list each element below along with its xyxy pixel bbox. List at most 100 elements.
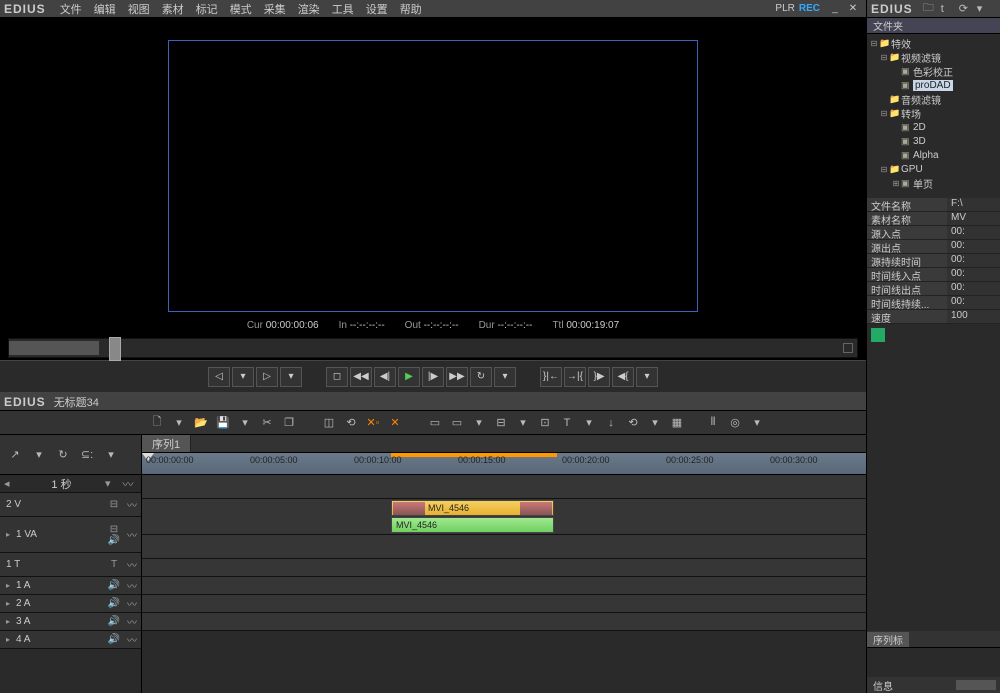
search-icon[interactable]: t <box>941 3 955 15</box>
track-va1[interactable]: MVI_4546 MVI_4546 <box>142 499 866 535</box>
tab-info[interactable]: 信息 <box>867 678 899 693</box>
mark-out-button[interactable]: ◀{ <box>612 367 634 387</box>
delete-icon[interactable]: ✕ <box>386 414 404 432</box>
lock-icon[interactable]: 〰 <box>123 527 141 542</box>
rec-label[interactable]: REC <box>799 3 820 14</box>
scrubber-handle[interactable] <box>109 337 121 361</box>
tool-icon[interactable]: ▾ <box>30 447 48 463</box>
magnet-icon[interactable]: ⊆: <box>78 447 96 463</box>
menu-settings[interactable]: 设置 <box>366 1 388 17</box>
title-icon[interactable]: T <box>558 414 576 432</box>
dropdown-icon[interactable]: ▾ <box>170 414 188 432</box>
save-icon[interactable]: 💾 <box>214 414 232 432</box>
tree-item-audio-filter[interactable]: 📁音频滤镜 <box>867 92 1000 106</box>
lock-icon[interactable]: 〰 <box>123 596 141 611</box>
video-mute-icon[interactable]: ⊟ <box>105 499 123 510</box>
audio-clip[interactable]: MVI_4546 <box>391 517 554 533</box>
fast-fwd-button[interactable]: ▶▶ <box>446 367 468 387</box>
snap-icon[interactable]: ↻ <box>54 447 72 463</box>
scrubber-marker[interactable] <box>843 343 853 353</box>
menu-capture[interactable]: 采集 <box>264 1 286 17</box>
dropdown-4[interactable]: ▾ <box>636 367 658 387</box>
tree-item-color-correction[interactable]: ▣色彩校正 <box>867 64 1000 78</box>
new-icon[interactable]: 🗋 <box>148 414 166 432</box>
copy-icon[interactable]: ❐ <box>280 414 298 432</box>
dropdown-icon[interactable]: ▾ <box>470 414 488 432</box>
ripple-delete-icon[interactable]: ✕◦ <box>364 414 382 432</box>
track-header-v2[interactable]: 2 V ⊟ 〰 <box>0 493 141 517</box>
track-header-va1[interactable]: ▸1 VA ⊟🔊 〰 <box>0 517 141 553</box>
lock-icon[interactable]: 〰 <box>123 497 141 512</box>
ungroup-icon[interactable]: ▭ <box>448 414 466 432</box>
menu-view[interactable]: 视图 <box>128 1 150 17</box>
video-preview[interactable] <box>168 40 698 312</box>
timeline-ruler[interactable]: 00:00:00:00 00:00:05:00 00:00:10:00 00:0… <box>142 453 866 475</box>
layout-icon[interactable]: ⟳ <box>959 2 973 15</box>
rewind-button[interactable]: ◀◀ <box>350 367 372 387</box>
scrollbar-chunk[interactable] <box>956 680 996 690</box>
replace-icon[interactable]: ⟲ <box>342 414 360 432</box>
speaker-icon[interactable]: 🔊 <box>105 580 123 591</box>
track-header-a1[interactable]: ▸1 A 🔊 〰 <box>0 577 141 595</box>
tool-icon[interactable]: ↗ <box>6 447 24 463</box>
effects-tab[interactable]: 文件夹 <box>867 18 1000 34</box>
play-button[interactable]: ▶ <box>398 367 420 387</box>
dropdown-icon[interactable]: ▾ <box>514 414 532 432</box>
sequence-tab[interactable]: 序列1 <box>142 435 191 452</box>
minimize-button[interactable]: _ <box>828 2 842 16</box>
group-icon[interactable]: ▭ <box>426 414 444 432</box>
open-icon[interactable]: 📂 <box>192 414 210 432</box>
track-header-a2[interactable]: ▸2 A 🔊 〰 <box>0 595 141 613</box>
menu-tools[interactable]: 工具 <box>332 1 354 17</box>
menu-mode[interactable]: 模式 <box>230 1 252 17</box>
mixer-icon[interactable]: ⦀ <box>704 414 722 432</box>
loop-button[interactable]: ↻ <box>470 367 492 387</box>
menu-clip[interactable]: 素材 <box>162 1 184 17</box>
video-clip[interactable]: MVI_4546 <box>391 500 554 516</box>
menu-marker[interactable]: 标记 <box>196 1 218 17</box>
dropdown-icon[interactable]: ▾ <box>236 414 254 432</box>
zoom-icon[interactable]: 〰 <box>119 476 137 492</box>
prev-edit-button[interactable]: }|← <box>540 367 562 387</box>
time-scale[interactable]: 1 秒 <box>18 476 105 492</box>
dropdown-3[interactable]: ▾ <box>494 367 516 387</box>
render-icon[interactable]: ⟲ <box>624 414 642 432</box>
tree-item-video-filter[interactable]: ⊟📁视频滤镜 <box>867 50 1000 64</box>
step-back-button[interactable]: ◀| <box>374 367 396 387</box>
tree-item-2d[interactable]: ▣2D <box>867 120 1000 134</box>
track-t1[interactable] <box>142 535 866 559</box>
track-v2[interactable] <box>142 475 866 499</box>
tree-item-gpu[interactable]: ⊟📁GPU <box>867 162 1000 176</box>
video-mute-icon[interactable]: ⊟ <box>110 524 118 535</box>
lock-icon[interactable]: 〰 <box>123 614 141 629</box>
tree-item-single-page[interactable]: ⊞▣单页 <box>867 176 1000 190</box>
tree-item-prodad[interactable]: ▣proDAD <box>867 78 1000 92</box>
lock-icon[interactable]: 〰 <box>123 632 141 647</box>
step-fwd-button[interactable]: |▶ <box>422 367 444 387</box>
stop-button[interactable]: ◻ <box>326 367 348 387</box>
dropdown-1[interactable]: ▾ <box>232 367 254 387</box>
dropdown-icon[interactable]: ▾ <box>102 447 120 463</box>
tree-item-effects[interactable]: ⊟📁特效 <box>867 36 1000 50</box>
menu-file[interactable]: 文件 <box>60 1 82 17</box>
tree-item-transition[interactable]: ⊟📁转场 <box>867 106 1000 120</box>
cut-icon[interactable]: ✂ <box>258 414 276 432</box>
track-a4[interactable] <box>142 613 866 631</box>
dropdown-icon[interactable]: ▾ <box>580 414 598 432</box>
set-in-button[interactable]: ◁ <box>208 367 230 387</box>
menu-edit[interactable]: 编辑 <box>94 1 116 17</box>
enable-icon[interactable]: ⊡ <box>536 414 554 432</box>
track-a1[interactable] <box>142 559 866 577</box>
speaker-icon[interactable]: 🔊 <box>105 616 123 627</box>
trim-icon[interactable]: ↓ <box>602 414 620 432</box>
close-button[interactable]: ✕ <box>846 2 860 16</box>
dropdown-icon[interactable]: ▾ <box>748 414 766 432</box>
next-edit-button[interactable]: →|{ <box>564 367 586 387</box>
track-a3[interactable] <box>142 595 866 613</box>
track-header-a3[interactable]: ▸3 A 🔊 〰 <box>0 613 141 631</box>
set-out-button[interactable]: ▷ <box>256 367 278 387</box>
track-header-t1[interactable]: 1 T T 〰 <box>0 553 141 577</box>
speaker-icon[interactable]: 🔊 <box>105 634 123 645</box>
folder-icon[interactable]: 🗀 <box>923 0 937 18</box>
paste-icon[interactable]: ◫ <box>320 414 338 432</box>
